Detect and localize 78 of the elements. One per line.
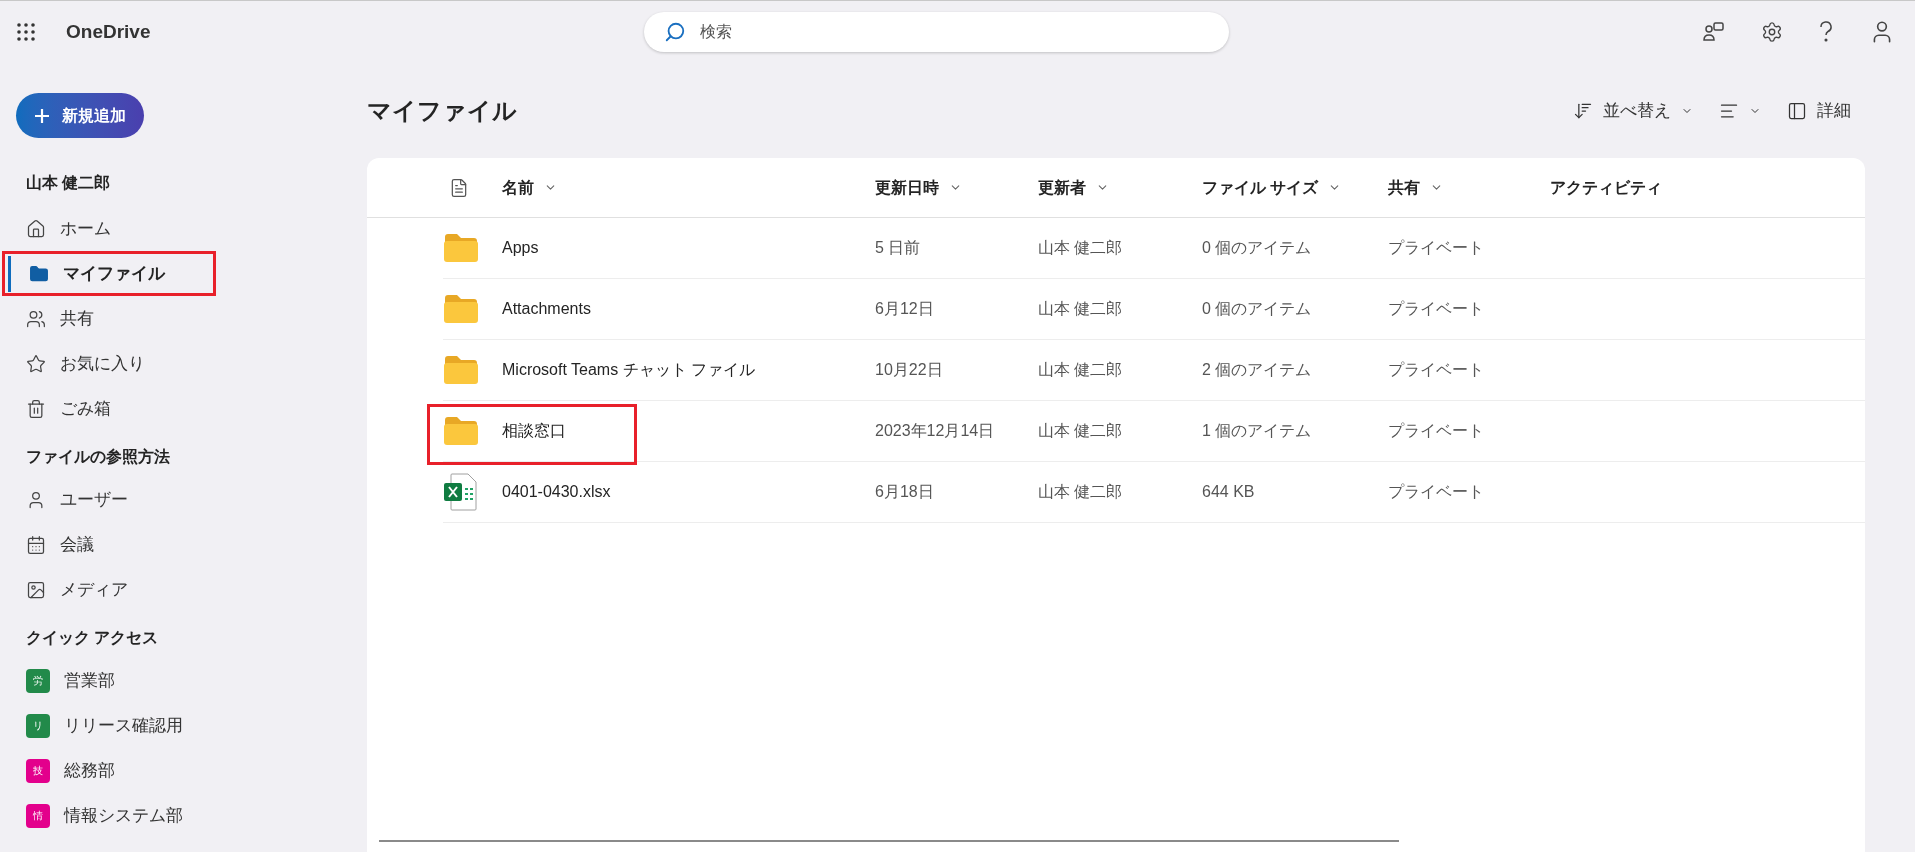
help-icon[interactable] <box>1819 21 1833 43</box>
site-badge: 情 <box>26 803 50 828</box>
table-cell-text: 644 KB <box>1202 482 1256 502</box>
site-badge: リ <box>26 713 50 738</box>
details-button[interactable]: 詳細 <box>1787 97 1851 124</box>
section-heading: 山本 健二郎 <box>25 173 112 193</box>
calendar-icon <box>26 534 46 555</box>
app-launcher-icon[interactable] <box>16 22 36 42</box>
plus-icon <box>34 107 50 124</box>
table-cell-text: プライベート <box>1388 238 1485 258</box>
quick-access-item[interactable]: リ リリース確認用 <box>8 703 228 748</box>
settings-icon[interactable] <box>1761 21 1783 43</box>
search-icon <box>664 21 687 43</box>
table-cell-text: 山本 健二郎 <box>1038 421 1124 441</box>
table-cell-text: プライベート <box>1388 482 1485 502</box>
table-cell-text: 山本 健二郎 <box>1038 238 1124 258</box>
file-name-link[interactable]: 0401-0430.xlsx <box>502 480 875 504</box>
table-cell-text: プライベート <box>1388 360 1485 380</box>
horizontal-scrollbar[interactable] <box>379 840 1399 842</box>
trash-icon <box>26 398 46 419</box>
image-icon <box>26 579 46 600</box>
app-name[interactable]: OneDrive <box>66 17 151 47</box>
column-header[interactable]: ファイル サイズ <box>1202 175 1319 200</box>
spreadsheet-file-icon <box>443 473 477 511</box>
sort-button[interactable]: 並べ替え <box>1573 97 1693 124</box>
table-cell-text: プライベート <box>1388 421 1485 441</box>
nav-item[interactable]: ホーム <box>8 210 208 247</box>
column-header[interactable]: 共有 <box>1388 175 1420 200</box>
column-header[interactable]: アクティビティ <box>1550 175 1662 200</box>
table-cell-text: 6月12日 <box>875 299 935 319</box>
quick-access-item[interactable]: 情 情報システム部 <box>8 793 228 838</box>
nav-item[interactable]: ユーザー <box>8 477 208 522</box>
file-name-link[interactable]: Attachments <box>502 297 875 321</box>
folder-icon <box>443 416 479 446</box>
table-cell-text: 2 個のアイテム <box>1202 360 1313 380</box>
search-field[interactable]: 検索 <box>700 20 1210 44</box>
file-name-link[interactable]: Apps <box>502 236 875 260</box>
table-cell-text: 山本 健二郎 <box>1038 482 1124 502</box>
search-bar[interactable]: 検索 <box>644 12 1230 52</box>
people-icon <box>26 308 46 329</box>
table-cell-text: 0 個のアイテム <box>1202 238 1313 258</box>
folder-icon <box>443 233 479 263</box>
section-heading: クイック アクセス <box>25 628 160 648</box>
column-header[interactable]: 名前 <box>502 175 534 200</box>
table-cell-text: 山本 健二郎 <box>1038 299 1124 319</box>
section-heading: ファイルの参照方法 <box>25 447 171 467</box>
site-badge: 技 <box>26 758 50 783</box>
table-cell-text: 6月18日 <box>875 482 935 502</box>
column-header[interactable]: 更新者 <box>1038 175 1086 200</box>
star-icon <box>26 353 46 374</box>
table-cell-text: 0 個のアイテム <box>1202 299 1313 319</box>
folder-icon <box>443 355 479 385</box>
nav-item[interactable]: 会議 <box>8 522 208 567</box>
page-title: マイファイル <box>367 95 517 126</box>
nav-item[interactable]: メディア <box>8 567 208 612</box>
site-badge: 労 <box>26 668 50 693</box>
table-cell-text: プライベート <box>1388 299 1485 319</box>
folder-icon <box>443 294 479 324</box>
file-name-link[interactable]: Microsoft Teams チャット ファイル <box>502 358 875 382</box>
table-cell-text: 山本 健二郎 <box>1038 360 1124 380</box>
table-cell-text: 5 日前 <box>875 238 922 258</box>
column-header[interactable]: 更新日時 <box>875 175 939 200</box>
folder-icon <box>29 263 49 284</box>
nav-item[interactable]: 共有 <box>8 300 208 337</box>
file-name-link[interactable]: 相談窓口 <box>502 419 875 443</box>
file-type-icon <box>449 177 469 198</box>
table-cell-text: 1 個のアイテム <box>1202 421 1313 441</box>
nav-item[interactable]: マイファイル <box>8 255 208 292</box>
new-button[interactable]: 新規追加 <box>16 93 144 138</box>
table-cell-text: 10月22日 <box>875 360 944 380</box>
quick-access-item[interactable]: 労 営業部 <box>8 658 228 703</box>
details-pane-icon <box>1787 100 1807 121</box>
people-chat-icon[interactable] <box>1703 22 1725 42</box>
table-cell-text: 2023年12月14日 <box>875 421 996 441</box>
nav-item[interactable]: お気に入り <box>8 345 208 382</box>
home-icon <box>26 218 46 239</box>
quick-access-item[interactable]: 技 総務部 <box>8 748 228 793</box>
nav-item[interactable]: ごみ箱 <box>8 390 208 427</box>
